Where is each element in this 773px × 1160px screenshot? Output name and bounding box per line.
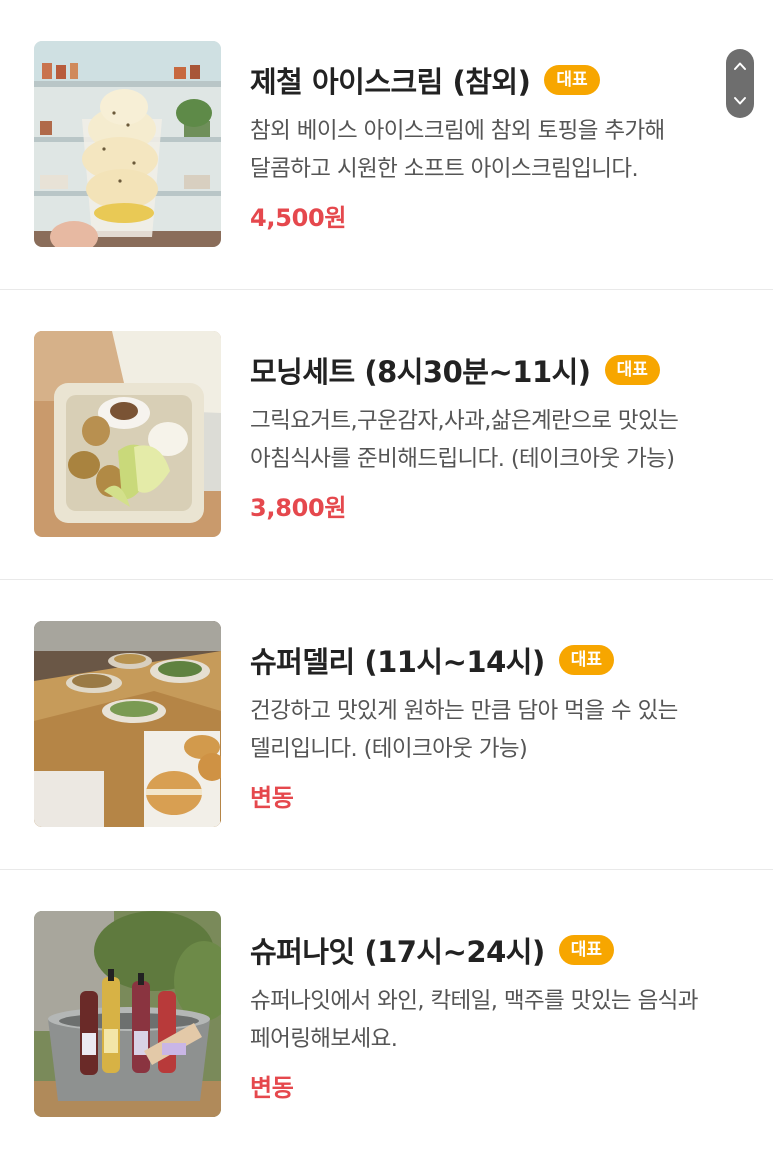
menu-item-price: 4,500원 xyxy=(250,204,347,232)
menu-item-photo xyxy=(34,911,221,1117)
menu-item-photo xyxy=(34,331,221,537)
menu-item[interactable]: 슈퍼델리 (11시~14시) 대표 건강하고 맛있게 원하는 만큼 담아 먹을 … xyxy=(0,580,773,870)
menu-item-name: 슈퍼나잇 (17시~24시) xyxy=(250,935,545,969)
menu-item-title-row: 모닝세트 (8시30분~11시) 대표 xyxy=(250,348,745,392)
menu-item-price: 3,800원 xyxy=(250,494,347,522)
scroll-control[interactable] xyxy=(726,49,754,118)
signature-badge: 대표 xyxy=(604,355,660,385)
menu-item-name: 제철 아이스크림 (참외) xyxy=(250,65,531,99)
menu-item-title-row: 슈퍼나잇 (17시~24시) 대표 xyxy=(250,928,745,972)
chevron-up-icon[interactable] xyxy=(732,59,748,73)
menu-item[interactable]: 모닝세트 (8시30분~11시) 대표 그릭요거트,구운감자,사과,삶은계란으로… xyxy=(0,290,773,580)
menu-item[interactable]: 슈퍼나잇 (17시~24시) 대표 슈퍼나잇에서 와인, 칵테일, 맥주를 맛있… xyxy=(0,870,773,1160)
menu-item-name: 슈퍼델리 (11시~14시) xyxy=(250,645,545,679)
menu-item-title-row: 슈퍼델리 (11시~14시) 대표 xyxy=(250,638,745,682)
menu-item-description: 건강하고 맛있게 원하는 만큼 담아 먹을 수 있는 델리입니다. (테이크아웃… xyxy=(250,698,678,762)
menu-item-price: 변동 xyxy=(250,1074,294,1102)
signature-badge: 대표 xyxy=(544,65,600,95)
menu-item-price: 변동 xyxy=(250,784,294,812)
menu-item-info: 슈퍼델리 (11시~14시) 대표 건강하고 맛있게 원하는 만큼 담아 먹을 … xyxy=(250,638,745,813)
menu-item-info: 슈퍼나잇 (17시~24시) 대표 슈퍼나잇에서 와인, 칵테일, 맥주를 맛있… xyxy=(250,928,745,1103)
signature-badge: 대표 xyxy=(558,645,614,675)
chevron-down-icon[interactable] xyxy=(732,94,748,108)
menu-item-photo xyxy=(34,621,221,827)
menu-item-name: 모닝세트 (8시30분~11시) xyxy=(250,355,591,389)
menu-list: 제철 아이스크림 (참외) 대표 참외 베이스 아이스크림에 참외 토핑을 추가… xyxy=(0,0,773,1160)
menu-item-photo xyxy=(34,41,221,247)
signature-badge: 대표 xyxy=(558,935,614,965)
menu-item-description: 그릭요거트,구운감자,사과,삶은계란으로 맛있는 아침식사를 준비해드립니다. … xyxy=(250,408,679,472)
menu-item-info: 모닝세트 (8시30분~11시) 대표 그릭요거트,구운감자,사과,삶은계란으로… xyxy=(250,348,745,523)
menu-item[interactable]: 제철 아이스크림 (참외) 대표 참외 베이스 아이스크림에 참외 토핑을 추가… xyxy=(0,0,773,290)
menu-item-description: 참외 베이스 아이스크림에 참외 토핑을 추가해 달콤하고 시원한 소프트 아이… xyxy=(250,118,665,182)
menu-item-title-row: 제철 아이스크림 (참외) 대표 xyxy=(250,58,745,102)
menu-item-description: 슈퍼나잇에서 와인, 칵테일, 맥주를 맛있는 음식과 페어링해보세요. xyxy=(250,988,698,1052)
menu-item-info: 제철 아이스크림 (참외) 대표 참외 베이스 아이스크림에 참외 토핑을 추가… xyxy=(250,58,745,233)
